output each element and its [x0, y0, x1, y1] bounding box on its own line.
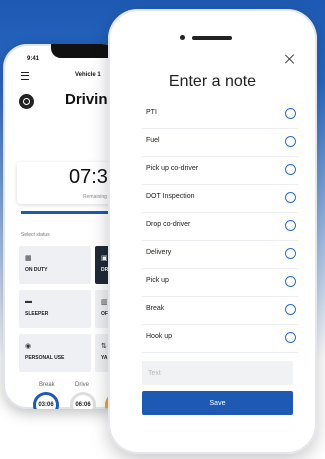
note-option-pick-up[interactable]: Pick up	[142, 269, 298, 297]
background-phone: 9:41 Vehicle 1 Drivin 07:3 Remaining Sel…	[3, 44, 125, 409]
note-option-dot-inspection[interactable]: DOT Inspection	[142, 185, 298, 213]
note-option-label: PTI	[146, 109, 157, 116]
radio-button[interactable]	[285, 192, 296, 203]
note-option-pick-up-co-driver[interactable]: Pick up co-driver	[142, 157, 298, 185]
calendar-icon: ▦	[25, 255, 32, 262]
radio-button[interactable]	[285, 136, 296, 147]
save-button[interactable]: Save	[142, 391, 293, 415]
modal-title: Enter a note	[168, 73, 257, 90]
tile-label: SLEEPER	[25, 311, 49, 317]
note-option-delivery[interactable]: Delivery	[142, 241, 298, 269]
note-option-label: Hook up	[146, 333, 173, 340]
camera-dot	[180, 35, 185, 40]
status-bar-time: 9:41	[27, 56, 40, 62]
avatar[interactable]	[19, 94, 34, 109]
note-option-break[interactable]: Break	[142, 297, 298, 325]
note-option-fuel[interactable]: Fuel	[142, 129, 298, 157]
radio-button[interactable]	[285, 164, 296, 175]
tile-label: YA	[101, 355, 108, 361]
radio-button[interactable]	[285, 248, 296, 259]
note-option-label: DOT Inspection	[146, 193, 195, 200]
note-options-list: PTI Fuel Pick up co-driver DOT Inspectio…	[142, 101, 298, 353]
radio-button[interactable]	[285, 276, 296, 287]
status-tile-personal-use[interactable]: ◉ PERSONAL USE	[19, 334, 91, 372]
select-status-label: Select status	[21, 232, 50, 238]
break-dial-label: Break	[39, 382, 55, 388]
bed-icon: ▬	[25, 298, 32, 305]
location-pin-icon: ◉	[25, 343, 32, 350]
status-tile-sleeper[interactable]: ▬ SLEEPER	[19, 290, 91, 328]
drive-dial-value: 06:06	[75, 402, 91, 408]
note-option-pti[interactable]: PTI	[142, 101, 298, 129]
hamburger-menu-icon[interactable]	[21, 72, 29, 80]
radio-button[interactable]	[285, 332, 296, 343]
radio-button[interactable]	[285, 304, 296, 315]
note-option-label: Delivery	[146, 249, 172, 256]
radio-button[interactable]	[285, 108, 296, 119]
note-option-label: Break	[146, 305, 165, 312]
note-option-hook-up[interactable]: Hook up	[142, 325, 298, 353]
truck-icon: ▣	[101, 255, 108, 262]
note-option-label: Drop co-driver	[146, 221, 191, 228]
drive-dial: 06:06	[70, 392, 96, 409]
note-option-drop-co-driver[interactable]: Drop co-driver	[142, 213, 298, 241]
vehicle-title: Vehicle 1	[75, 72, 101, 78]
break-dial-value: 03:06	[38, 402, 54, 408]
power-icon: ▥	[101, 299, 108, 306]
tile-label: PERSONAL USE	[25, 355, 65, 361]
status-tile-on-duty[interactable]: ▦ ON DUTY	[19, 246, 91, 284]
tile-label: OF	[101, 311, 108, 317]
speaker-grille	[192, 36, 232, 40]
drive-progress-bar	[21, 211, 121, 214]
break-dial: 03:06	[33, 392, 59, 409]
close-icon[interactable]	[284, 53, 296, 65]
foreground-phone: Enter a note PTI Fuel Pick up co-driver …	[108, 9, 317, 454]
tile-label: ON DUTY	[25, 267, 48, 273]
note-text-input[interactable]	[142, 361, 293, 385]
note-option-label: Fuel	[146, 137, 160, 144]
drive-dial-label: Drive	[75, 382, 90, 388]
note-option-label: Pick up	[146, 277, 169, 284]
remaining-timer: 07:3	[69, 166, 108, 188]
yard-move-icon: ⇅	[101, 343, 107, 350]
remaining-caption: Remaining	[83, 194, 107, 200]
radio-button[interactable]	[285, 220, 296, 231]
driving-status-title: Drivin	[65, 91, 108, 108]
note-option-label: Pick up co-driver	[146, 165, 199, 172]
